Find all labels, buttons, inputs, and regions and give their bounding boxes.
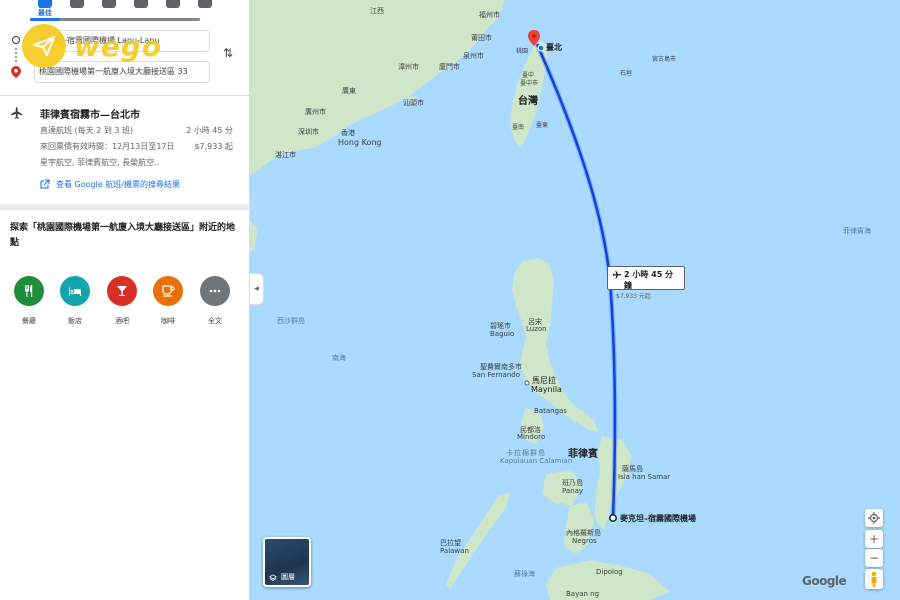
google-watermark: Google (802, 574, 847, 588)
directions-panel: 最佳 麥克坦–宿霧國際機場 Lapu-Lapu 桃園國際機場第一航廈入境大廳接送… (0, 0, 250, 600)
origin-marker-icon (12, 36, 20, 44)
map-label-shiyuan: 石垣 (620, 70, 633, 77)
map-label-guangdong: 廣東 (342, 87, 356, 95)
transit-icon[interactable] (102, 0, 116, 8)
flight-duration: 2 小時 45 分 (186, 126, 233, 135)
map-label-taichung2: 臺中市 (520, 80, 539, 87)
map-label-fuzhou: 福州市 (479, 11, 500, 19)
category-restaurant[interactable]: 餐廳 (14, 276, 44, 326)
map-label-paracel: 西沙群島 (277, 317, 305, 325)
map-canvas[interactable]: 福州市 莆田市 泉州市 漳州市 廈門市 汕頭市 廣東 廣州市 深圳市 香港 Ho… (250, 0, 900, 600)
restaurant-icon[interactable] (14, 276, 44, 306)
category-label: 酒吧 (115, 317, 129, 325)
airplane-icon (11, 107, 23, 119)
map-label-taoyuan: 桃園 (516, 48, 529, 55)
map-label-zhanjiang: 湛江市 (275, 151, 296, 159)
map-label-hongkong-en: Hong Kong (338, 138, 382, 147)
category-label: 餐廳 (22, 317, 36, 325)
more-icon[interactable] (200, 276, 230, 306)
flight-airlines: 星宇航空, 菲律賓航空, 長榮航空.. (40, 158, 160, 167)
map-label-sulu-sea: 蘇祿海 (514, 570, 535, 578)
map-label-taitung: 臺東 (536, 122, 549, 129)
route-price: $7,933 元起 (616, 293, 651, 300)
walk-icon[interactable] (134, 0, 148, 8)
route-connector-icon (15, 48, 17, 62)
category-coffee[interactable]: 咖啡 (153, 276, 183, 326)
hotel-icon[interactable] (60, 276, 90, 306)
best-mode-label[interactable]: 最佳 (38, 8, 52, 18)
category-hotel[interactable]: 飯店 (60, 276, 90, 326)
map-label-dipolog: Dipolog (596, 568, 623, 576)
explore-nearby-title: 探索「桃園國際機場第一航廈入境大廳接送區」附近的地點 (10, 223, 236, 248)
divider (0, 95, 249, 96)
category-more[interactable]: 全文 (200, 276, 230, 326)
layers-button[interactable]: 圖層 (263, 537, 311, 587)
map-label-sanfernando-en: San Fernando (472, 371, 520, 379)
bike-icon[interactable] (166, 0, 180, 8)
zoom-in-button[interactable]: + (865, 530, 883, 548)
map-label-palawan-en: Palawan (440, 547, 469, 555)
map-label-taiwan: 台灣 (518, 96, 538, 107)
flight-route-title[interactable]: 菲律賓宿霧市—台北市 (40, 106, 140, 121)
category-label: 全文 (208, 317, 222, 325)
zoom-out-button[interactable]: − (865, 549, 883, 567)
map-label-bayan: Bayan ng (566, 590, 600, 598)
map-label-shenzhen: 深圳市 (298, 128, 319, 136)
flight-mode-icon[interactable] (198, 0, 212, 8)
map-label-tainan: 臺南 (512, 124, 525, 131)
map-label-jiangxi: 江西 (370, 7, 384, 15)
map-label-zhangzhou: 漳州市 (398, 63, 419, 71)
airplane-icon (612, 270, 622, 279)
map-label-guangzhou: 廣州市 (305, 108, 326, 116)
destination-input[interactable]: 桃園國際機場第一航廈入境大廳接送區 33 (34, 61, 210, 83)
map-label-philippine-sea: 菲律賓海 (843, 227, 871, 235)
street-view-pegman[interactable] (865, 569, 883, 589)
category-bar[interactable]: 酒吧 (107, 276, 137, 326)
map-label-samar-en: Isla han Samar (618, 473, 671, 481)
map-label-quanzhou: 泉州市 (463, 52, 484, 60)
external-link-icon[interactable] (40, 179, 50, 189)
map-label-panay-en: Panay (562, 487, 584, 495)
collapse-panel-button[interactable]: ◂ (250, 273, 264, 305)
category-label: 飯店 (68, 317, 82, 325)
route-duration: 2 小時 45 分鐘 (624, 270, 674, 290)
destination-pin-icon (11, 66, 21, 78)
layers-label: 圖層 (281, 573, 295, 581)
mode-tab-active-indicator (30, 18, 60, 21)
map-label-south-china-sea: 南海 (332, 354, 346, 362)
map-label-mindoro-en: Mindoro (517, 433, 546, 441)
map-label-xiamen: 廈門市 (439, 63, 460, 71)
map-label-cebu-airport[interactable]: 麥克坦–宿霧國際機場 (620, 513, 696, 524)
category-label: 咖啡 (161, 317, 175, 325)
map-label-baguio-en: Baguio (490, 330, 515, 338)
map-label-luzon-en: Luzon (526, 325, 547, 333)
google-flights-link[interactable]: 查看 Google 航班/機票的搜尋結果 (56, 179, 180, 190)
flight-price: $7,933 起 (194, 142, 233, 151)
map-label-philippines: 菲律賓 (568, 449, 598, 460)
travel-mode-tabs: 最佳 (0, 0, 249, 22)
pegman-icon (871, 571, 877, 587)
origin-input[interactable]: 麥克坦–宿霧國際機場 Lapu-Lapu (34, 30, 210, 52)
flight-frequency: 直達航班 (每天 2 到 3 班) (40, 126, 134, 135)
my-location-button[interactable] (865, 509, 883, 527)
swap-icon[interactable]: ⇅ (221, 46, 235, 60)
layers-icon (269, 574, 277, 581)
map-label-hongkong-zh: 香港 (341, 129, 355, 137)
map-label-shantou: 汕頭市 (403, 99, 424, 107)
coffee-icon[interactable] (153, 276, 183, 306)
map-label-putian: 莆田市 (471, 34, 492, 42)
section-divider (0, 204, 249, 210)
best-mode-icon[interactable] (38, 0, 52, 8)
map-label-negros-en: Negros (572, 537, 597, 545)
location-target-icon (868, 512, 880, 524)
bar-icon[interactable] (107, 276, 137, 306)
map-label-taipei: 臺北 (546, 43, 562, 52)
fare-validity: 來回票價有效時間：12月13日至17日 (40, 142, 175, 151)
map-label-kapulauan-en: Kapulauan Calamian (500, 457, 573, 465)
car-icon[interactable] (70, 0, 84, 8)
map-label-batangas: Batangas (534, 407, 567, 415)
map-label-manila-en: Maynila (531, 385, 562, 394)
map-label-miyakojima: 宮古島市 (652, 56, 677, 63)
flight-route-callout[interactable]: 2 小時 45 分鐘 $7,933 元起 (607, 266, 685, 300)
